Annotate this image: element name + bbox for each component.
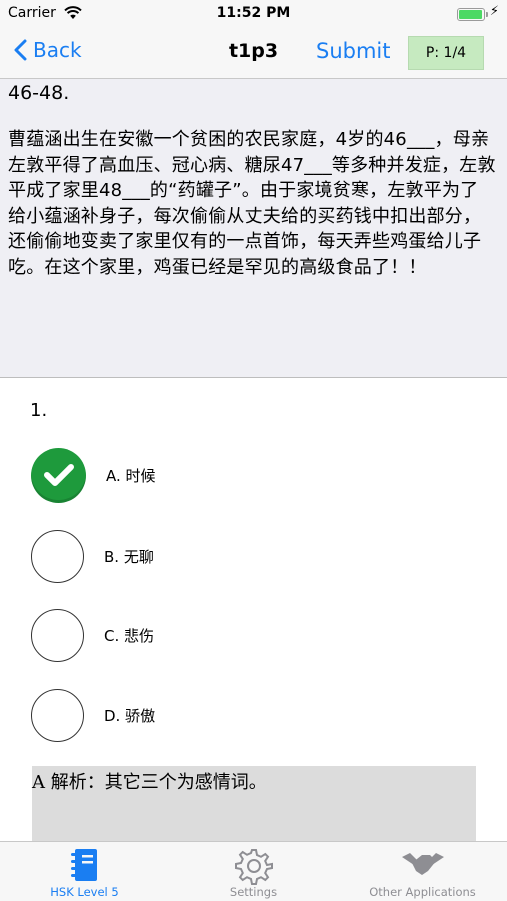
tab-hsk-level-5[interactable]: HSK Level 5 (0, 842, 169, 901)
option-label: A. 时候 (106, 466, 156, 485)
clock: 11:52 PM (216, 5, 291, 21)
option-d[interactable]: D. 骄傲 (31, 687, 431, 743)
option-label: B. 无聊 (104, 547, 154, 566)
option-c[interactable]: C. 悲伤 (31, 607, 431, 663)
option-a[interactable]: A. 时候 (31, 447, 431, 503)
submit-button[interactable]: Submit (316, 39, 391, 63)
radio-circle-icon (31, 529, 84, 583)
tab-other-applications[interactable]: Other Applications (338, 842, 507, 901)
tab-label: HSK Level 5 (50, 885, 119, 899)
chevron-left-icon (14, 39, 27, 61)
navigation-bar: Back t1p3 Submit P: 1/4 (0, 28, 507, 79)
explanation-box: A 解析：其它三个为感情词。 (32, 766, 476, 842)
option-label: C. 悲伤 (104, 626, 155, 645)
tab-label: Settings (229, 885, 278, 899)
back-button[interactable]: Back (14, 38, 82, 62)
passage-heading: 46-48. (8, 82, 70, 104)
battery-icon (457, 8, 488, 21)
option-label: D. 骄傲 (104, 706, 156, 725)
tab-settings[interactable]: Settings (169, 842, 338, 901)
passage-text: 曹蕴涵出生在安徽一个贫困的农民家庭，4岁的46___，母亲左敦平得了高血压、冠心… (8, 129, 496, 278)
notebook-icon (0, 847, 169, 883)
tab-label: Other Applications (369, 885, 476, 899)
back-label: Back (33, 38, 82, 62)
charging-icon: ⚡ (489, 4, 499, 19)
checkmark-icon (31, 447, 86, 503)
option-b[interactable]: B. 无聊 (31, 528, 431, 584)
gear-icon (169, 847, 338, 885)
tab-bar: HSK Level 5 Settings Other Applications (0, 841, 507, 901)
passage-panel[interactable]: 46-48. 曹蕴涵出生在安徽一个贫困的农民家庭，4岁的46___，母亲左敦平得… (0, 79, 507, 378)
radio-circle-icon (31, 688, 84, 742)
radio-circle-icon (31, 608, 84, 662)
page-indicator: P: 1/4 (408, 36, 484, 70)
status-bar: Carrier 11:52 PM ⚡ (0, 0, 507, 28)
question-number: 1. (30, 400, 48, 421)
explanation-text: A 解析：其它三个为感情词。 (32, 772, 267, 793)
handshake-icon (338, 847, 507, 881)
